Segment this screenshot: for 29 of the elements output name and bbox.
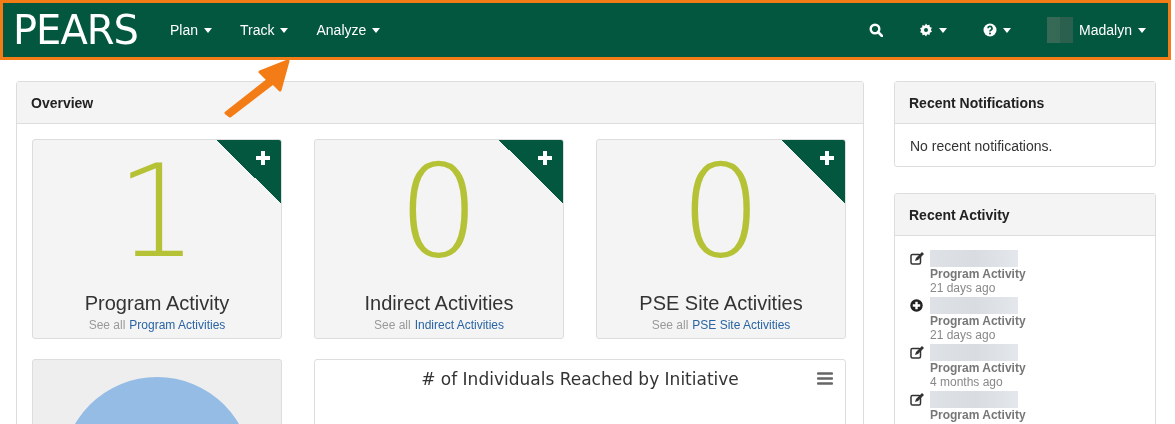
panel-title: Recent Notifications [909, 95, 1045, 111]
see-all-label: See all [88, 318, 126, 332]
logo[interactable]: PEARS [13, 10, 138, 50]
panel-title: Overview [31, 95, 94, 111]
panel-title: Recent Activity [909, 207, 1010, 223]
stat-title: PSE Site Activities [639, 292, 803, 315]
stat-count: 0 [680, 152, 762, 272]
activity-type: Program Activity [930, 267, 1026, 281]
activity-type: Program Activity [930, 408, 1026, 422]
chart-title: # of Individuals Reached by Initiative [421, 369, 739, 391]
activity-time: 21 days ago [930, 328, 997, 342]
activity-type: Program Activity [930, 361, 1026, 375]
activity-type: Program Activity [930, 314, 1026, 328]
stat-count: 0 [398, 152, 480, 272]
user-menu[interactable]: Madalyn [1035, 9, 1158, 51]
stat-title: Program Activity [84, 292, 230, 315]
see-all-label: See all [651, 318, 689, 332]
see-all-link[interactable]: PSE Site Activities [692, 318, 791, 332]
activity-time: 21 days ago [930, 281, 997, 295]
nav-menu[interactable]: Plan [157, 14, 224, 46]
stat-title: Indirect Activities [364, 292, 514, 315]
see-all-label: See all [373, 318, 411, 332]
notification-message: No recent notifications. [910, 138, 1054, 154]
see-all-link[interactable]: Indirect Activities [414, 318, 505, 332]
see-all-link[interactable]: Program Activities [129, 318, 226, 332]
nav-menu[interactable]: Analyze [304, 14, 393, 46]
stat-count: 1 [116, 152, 198, 272]
activity-time: 4 months ago [930, 375, 1004, 389]
nav-menu[interactable]: Track [228, 14, 301, 46]
